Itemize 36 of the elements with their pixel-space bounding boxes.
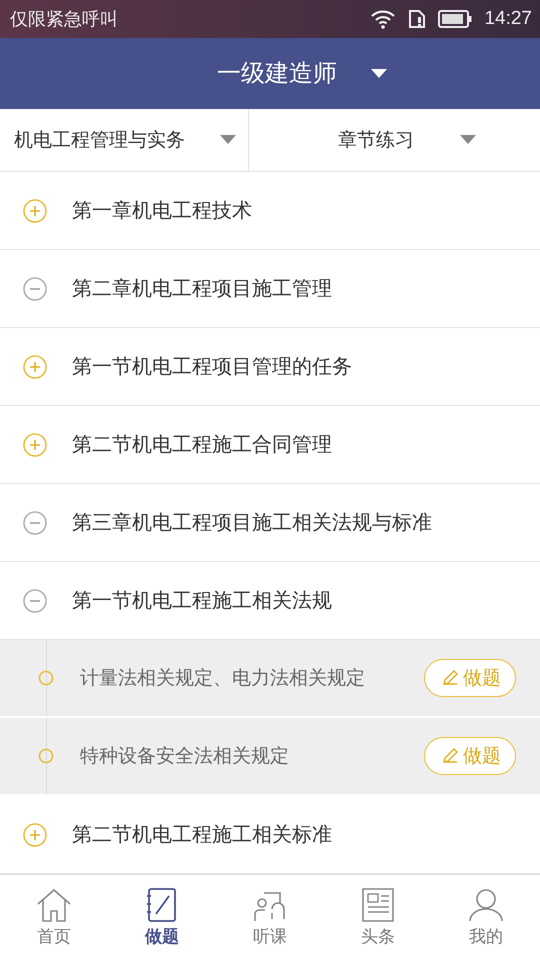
expand-icon[interactable] <box>22 822 48 848</box>
topic-title: 特种设备安全法相关规定 <box>80 744 290 769</box>
nav-tab[interactable]: 做题 <box>108 875 216 960</box>
sim-card-icon <box>408 8 426 29</box>
expand-icon[interactable] <box>22 198 48 224</box>
carrier-text: 仅限紧急呼叫 <box>10 8 118 31</box>
nav-tab[interactable]: 头条 <box>324 875 432 960</box>
chapter-title: 第一节机电工程施工相关法规 <box>72 587 332 614</box>
collapse-icon[interactable] <box>22 276 48 302</box>
chapter-title: 第一章机电工程技术 <box>72 197 252 224</box>
nav-tab[interactable]: 我的 <box>432 875 540 960</box>
chapter-title: 第二节机电工程施工合同管理 <box>72 431 332 458</box>
collapse-icon[interactable] <box>22 588 48 614</box>
topic-row[interactable]: 计量法相关规定、电力法相关规定 做题 <box>0 640 540 718</box>
collapse-icon[interactable] <box>22 510 48 536</box>
battery-icon <box>438 10 472 28</box>
expand-icon[interactable] <box>22 432 48 458</box>
circle-icon <box>38 748 54 764</box>
circle-icon <box>38 670 54 686</box>
chapter-title: 第二章机电工程项目施工管理 <box>72 275 332 302</box>
topic-row[interactable]: 特种设备安全法相关规定 做题 <box>0 718 540 796</box>
clock-text: 14:27 <box>484 8 532 30</box>
wifi-icon <box>370 8 396 29</box>
caret-icon <box>371 68 387 78</box>
chapter-title: 第二节机电工程施工相关标准 <box>72 821 332 848</box>
chapter-title: 第一节机电工程项目管理的任务 <box>72 353 352 380</box>
chapter-title: 第三章机电工程项目施工相关法规与标准 <box>72 509 432 536</box>
nav-tab[interactable]: 听课 <box>216 875 324 960</box>
expand-icon[interactable] <box>22 354 48 380</box>
pencil-icon <box>441 747 459 765</box>
nav-tab[interactable]: 首页 <box>0 875 108 960</box>
caret-icon <box>220 135 236 144</box>
topic-title: 计量法相关规定、电力法相关规定 <box>80 666 366 691</box>
pencil-icon <box>441 669 459 687</box>
caret-icon <box>460 135 476 144</box>
person-icon <box>466 887 506 923</box>
